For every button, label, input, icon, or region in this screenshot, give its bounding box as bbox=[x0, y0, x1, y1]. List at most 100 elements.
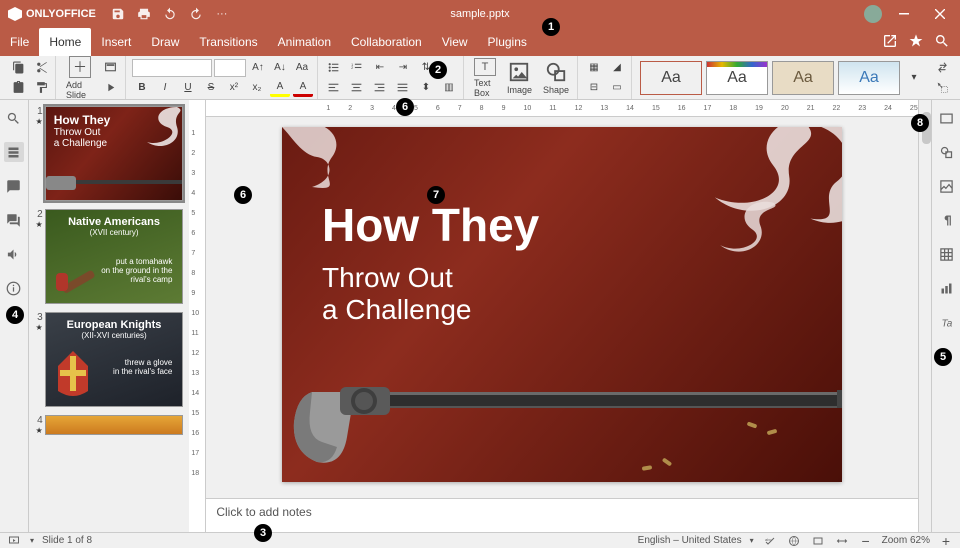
theme-3[interactable]: Aa bbox=[772, 61, 834, 95]
font-color-button[interactable]: A bbox=[293, 79, 313, 97]
slide-thumbnails[interactable]: 1★ How They Throw Out a Challenge 2★ Nat… bbox=[29, 100, 190, 532]
shape-outline-button[interactable]: ▭ bbox=[607, 79, 627, 97]
chat-icon[interactable] bbox=[4, 210, 24, 230]
theme-1[interactable]: Aa bbox=[640, 61, 702, 95]
theme-4[interactable]: Aa bbox=[838, 61, 900, 95]
transition-icon: ★ bbox=[31, 323, 43, 332]
about-icon[interactable] bbox=[4, 278, 24, 298]
slide-layout-button[interactable] bbox=[101, 59, 121, 77]
align-right-button[interactable] bbox=[370, 79, 390, 97]
menu-home[interactable]: Home bbox=[39, 28, 91, 56]
table-settings-icon[interactable] bbox=[936, 244, 956, 264]
open-location-icon[interactable] bbox=[882, 33, 898, 52]
save-icon[interactable] bbox=[110, 6, 126, 22]
font-size-select[interactable] bbox=[214, 59, 246, 77]
menu-view[interactable]: View bbox=[432, 28, 478, 56]
bullets-button[interactable] bbox=[324, 59, 344, 77]
presentation-mode-icon[interactable] bbox=[6, 534, 22, 548]
paragraph-settings-icon[interactable] bbox=[936, 210, 956, 230]
doc-lang-icon[interactable] bbox=[786, 534, 802, 548]
italic-button[interactable]: I bbox=[155, 79, 175, 97]
chart-settings-icon[interactable] bbox=[936, 278, 956, 298]
menu-plugins[interactable]: Plugins bbox=[478, 28, 537, 56]
strike-button[interactable]: S bbox=[201, 79, 221, 97]
superscript-button[interactable]: x² bbox=[224, 79, 244, 97]
theme-2[interactable]: Aa bbox=[706, 61, 768, 95]
zoom-level[interactable]: Zoom 62% bbox=[882, 535, 930, 546]
align-left-button[interactable] bbox=[324, 79, 344, 97]
slide-thumbnail-4[interactable] bbox=[45, 415, 184, 435]
theme-gallery[interactable]: Aa Aa Aa Aa ▾ bbox=[634, 61, 930, 95]
notes-pane[interactable]: Click to add notes bbox=[206, 498, 917, 532]
underline-button[interactable]: U bbox=[178, 79, 198, 97]
decrease-font-button[interactable]: A↓ bbox=[270, 59, 290, 77]
slide-canvas[interactable]: How They Throw Out a Challenge bbox=[282, 127, 842, 482]
fit-page-icon[interactable] bbox=[810, 534, 826, 548]
theme-more-button[interactable]: ▾ bbox=[904, 69, 924, 87]
slide-thumbnail-3[interactable]: European Knights (XII-XVI centuries) thr… bbox=[45, 312, 184, 407]
favorite-icon[interactable] bbox=[908, 33, 924, 52]
slide-subtitle[interactable]: Throw Out a Challenge bbox=[322, 262, 471, 326]
slide-title[interactable]: How They bbox=[322, 202, 539, 248]
zoom-out-button[interactable]: − bbox=[858, 534, 874, 548]
slide-thumbnail-2[interactable]: Native Americans (XVII century) put a to… bbox=[45, 209, 184, 304]
spellcheck-icon[interactable]: abc bbox=[762, 534, 778, 548]
text-art-settings-icon[interactable]: Ta bbox=[936, 312, 956, 332]
close-button[interactable] bbox=[926, 4, 954, 24]
menu-transitions[interactable]: Transitions bbox=[189, 28, 267, 56]
menu-insert[interactable]: Insert bbox=[91, 28, 141, 56]
comments-icon[interactable] bbox=[4, 176, 24, 196]
menu-animation[interactable]: Animation bbox=[268, 28, 341, 56]
increase-font-button[interactable]: A↑ bbox=[248, 59, 268, 77]
font-family-select[interactable] bbox=[132, 59, 212, 77]
select-all-button[interactable] bbox=[932, 79, 952, 97]
image-button[interactable]: Image bbox=[503, 58, 536, 98]
add-slide-button[interactable]: ＋ Add Slide bbox=[62, 58, 98, 98]
canvas[interactable]: How They Throw Out a Challenge bbox=[206, 117, 917, 498]
minimize-button[interactable] bbox=[890, 4, 918, 24]
highlight-button[interactable]: A bbox=[270, 79, 290, 97]
vertical-scrollbar[interactable] bbox=[918, 100, 932, 532]
decrease-indent-button[interactable]: ⇤ bbox=[370, 59, 390, 77]
print-icon[interactable] bbox=[136, 6, 152, 22]
vertical-align-button[interactable]: ⬍ bbox=[416, 79, 436, 97]
search-icon[interactable] bbox=[934, 33, 950, 52]
undo-icon[interactable] bbox=[162, 6, 178, 22]
menu-draw[interactable]: Draw bbox=[141, 28, 189, 56]
shape-button[interactable]: Shape bbox=[539, 58, 573, 98]
align-center-button[interactable] bbox=[347, 79, 367, 97]
feedback-icon[interactable] bbox=[4, 244, 24, 264]
subscript-button[interactable]: x₂ bbox=[247, 79, 267, 97]
replace-button[interactable] bbox=[932, 59, 952, 77]
slides-panel-icon[interactable] bbox=[4, 142, 24, 162]
slide-thumbnail-1[interactable]: How They Throw Out a Challenge bbox=[45, 106, 184, 201]
shape-fill-button[interactable]: ◢ bbox=[607, 59, 627, 77]
fit-width-icon[interactable] bbox=[834, 534, 850, 548]
numbering-button[interactable]: 12 bbox=[347, 59, 367, 77]
menu-collaboration[interactable]: Collaboration bbox=[341, 28, 432, 56]
user-avatar[interactable] bbox=[864, 5, 882, 23]
language-selector[interactable]: English – United States bbox=[638, 535, 742, 546]
redo-icon[interactable] bbox=[188, 6, 204, 22]
find-icon[interactable] bbox=[4, 108, 24, 128]
columns-button[interactable]: ▥ bbox=[439, 79, 459, 97]
image-settings-icon[interactable] bbox=[936, 176, 956, 196]
line-spacing-button[interactable]: ⇅ bbox=[416, 59, 436, 77]
align-justify-button[interactable] bbox=[393, 79, 413, 97]
bold-button[interactable]: B bbox=[132, 79, 152, 97]
change-case-button[interactable]: Aa bbox=[292, 59, 312, 77]
copy-button[interactable] bbox=[8, 59, 28, 77]
shape-settings-icon[interactable] bbox=[936, 142, 956, 162]
align-objects-button[interactable]: ⊟ bbox=[584, 79, 604, 97]
zoom-in-button[interactable]: + bbox=[938, 534, 954, 548]
start-slideshow-button[interactable] bbox=[101, 79, 121, 97]
more-icon[interactable]: ··· bbox=[214, 6, 230, 22]
cut-button[interactable] bbox=[31, 59, 51, 77]
text-box-button[interactable]: T Text Box bbox=[470, 58, 500, 98]
menu-file[interactable]: File bbox=[0, 28, 39, 56]
paste-button[interactable] bbox=[8, 79, 28, 97]
increase-indent-button[interactable]: ⇥ bbox=[393, 59, 413, 77]
slide-settings-icon[interactable] bbox=[936, 108, 956, 128]
arrange-button[interactable]: ▦ bbox=[584, 59, 604, 77]
format-painter-button[interactable] bbox=[31, 79, 51, 97]
